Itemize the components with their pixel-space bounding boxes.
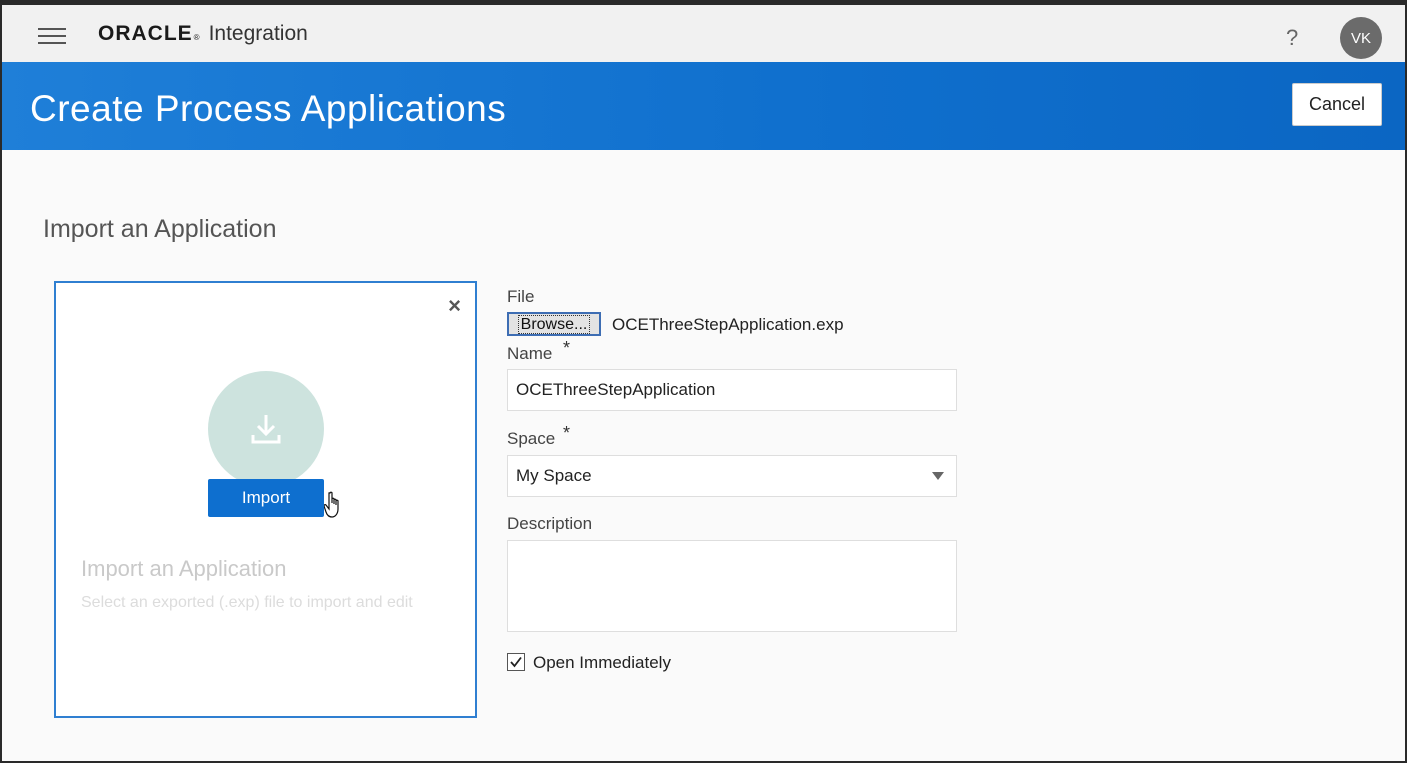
help-icon[interactable]: ? [1286,25,1298,51]
user-avatar[interactable]: VK [1340,17,1382,59]
space-select[interactable]: My Space [507,455,957,497]
chevron-down-icon [932,472,944,480]
space-required-mark: * [563,423,571,443]
name-field-value: OCEThreeStepApplication [516,380,716,399]
selected-file-name: OCEThreeStepApplication.exp [612,315,844,334]
description-textarea[interactable] [507,540,957,632]
download-circle [208,371,324,487]
app-window: ORACLE ® Integration ? VK Create Process… [0,0,1407,763]
section-title: Import an Application [43,215,277,243]
cancel-button[interactable]: Cancel [1292,83,1382,126]
product-name: Integration [208,22,308,45]
card-heading: Import an Application [81,556,287,581]
brand-registered-mark: ® [193,33,200,42]
page-title: Create Process Applications [30,88,507,129]
hamburger-menu-icon[interactable] [38,28,66,48]
open-immediately-checkbox[interactable] [507,653,525,671]
top-bar: ORACLE ® Integration ? VK [2,5,1405,62]
browse-button[interactable]: Browse... [507,312,601,336]
file-label: File [507,287,535,306]
card-description: Select an exported (.exp) file to import… [81,594,413,611]
download-icon [251,415,281,444]
import-button[interactable]: Import [208,479,324,517]
browse-button-label: Browse... [517,314,591,334]
name-field[interactable]: OCEThreeStepApplication [507,369,957,411]
description-label: Description [507,514,593,533]
brand-name: ORACLE [98,22,193,45]
oracle-logo: ORACLE ® Integration [98,22,308,52]
hand-cursor-icon [324,491,339,518]
open-immediately-label[interactable]: Open Immediately [533,653,671,673]
name-required-mark: * [563,338,571,358]
name-label: Name [507,344,553,363]
page-banner: Create Process Applications Cancel [2,62,1405,150]
space-select-value: My Space [516,466,592,485]
space-label: Space [507,429,556,448]
checkmark-icon [510,656,522,668]
close-icon[interactable]: × [448,293,461,319]
import-card: × Import Import an Application Select an… [54,281,477,718]
